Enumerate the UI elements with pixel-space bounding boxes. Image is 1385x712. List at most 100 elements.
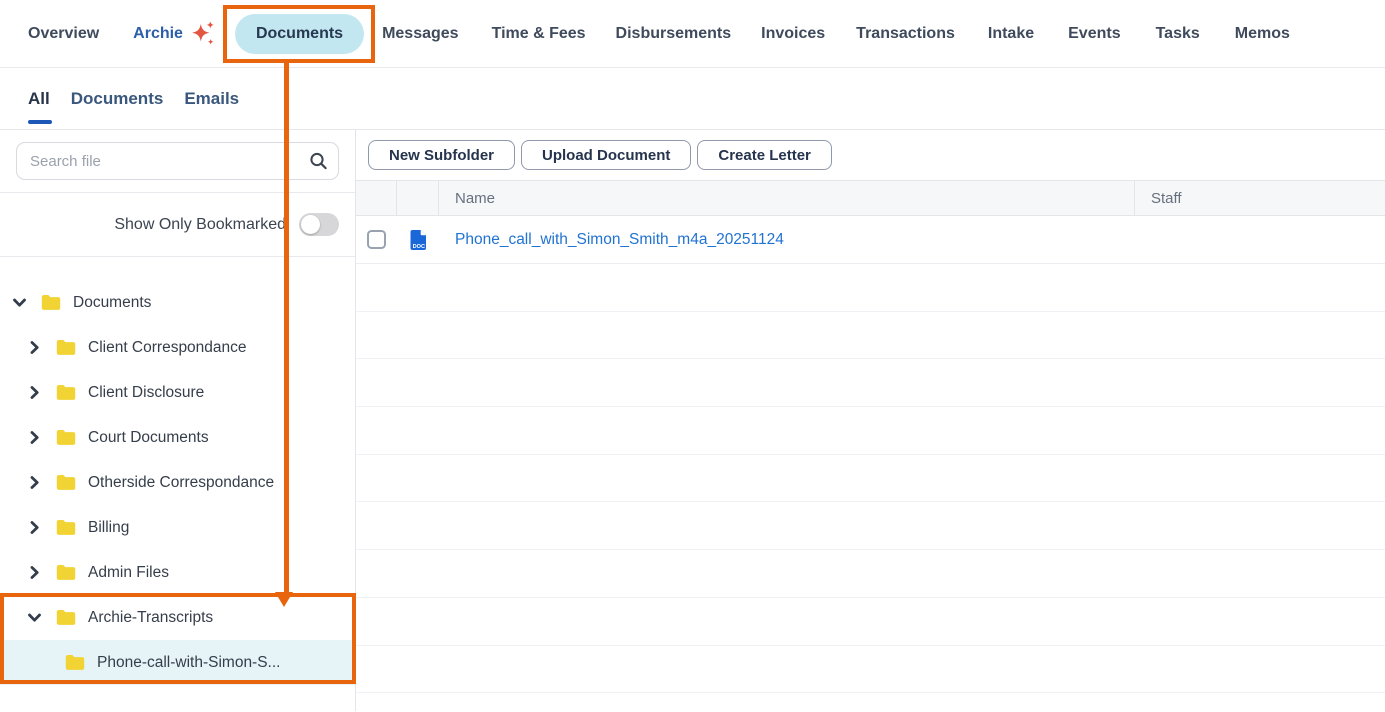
- folder-icon: [65, 654, 85, 671]
- header-checkbox-column: [356, 181, 397, 215]
- nav-tab[interactable]: Messages: [382, 25, 459, 43]
- folder-tree-item[interactable]: Admin Files: [0, 550, 355, 595]
- chevron-down-icon[interactable]: [27, 610, 43, 625]
- document-row[interactable]: DOC Phone_call_with_Simon_Smith_m4a_2025…: [356, 216, 1385, 264]
- folder-tree-item[interactable]: Billing: [0, 505, 355, 550]
- chevron-right-icon[interactable]: [27, 340, 43, 355]
- content-area: Show Only Bookmarked: [0, 130, 1385, 711]
- toolbar-button[interactable]: New Subfolder: [368, 140, 515, 170]
- nav-tab-label: Messages: [382, 25, 459, 43]
- row-staff-cell: [1135, 216, 1385, 263]
- doc-file-icon: DOC: [409, 229, 428, 251]
- toggle-knob: [301, 215, 320, 234]
- chevron-right-icon[interactable]: [27, 430, 43, 445]
- svg-text:DOC: DOC: [412, 244, 424, 250]
- empty-table-row: [356, 455, 1385, 503]
- search-section: [0, 130, 355, 193]
- empty-table-row: [356, 312, 1385, 360]
- folder-name: Archie-Transcripts: [88, 609, 213, 627]
- nav-tab-label: Invoices: [761, 25, 825, 43]
- column-header-name[interactable]: Name: [455, 190, 495, 207]
- chevron-right-icon[interactable]: [27, 385, 43, 400]
- folder-icon: [56, 429, 76, 446]
- subtabs: All Documents Emails: [28, 89, 239, 109]
- nav-tab[interactable]: Overview: [28, 25, 99, 43]
- empty-table-row: [356, 407, 1385, 455]
- chevron-down-icon[interactable]: [12, 295, 28, 310]
- folder-icon: [41, 294, 61, 311]
- sparkle-icon: [190, 20, 215, 47]
- nav-tab[interactable]: Archie: [133, 20, 215, 47]
- folder-tree-item[interactable]: Client Disclosure: [0, 370, 355, 415]
- subtab[interactable]: Emails: [184, 89, 239, 109]
- nav-tab[interactable]: Events: [1068, 25, 1120, 43]
- folder-name: Phone-call-with-Simon-S...: [97, 654, 280, 672]
- folder-icon: [56, 474, 76, 491]
- row-name-cell: Phone_call_with_Simon_Smith_m4a_20251124: [439, 216, 1135, 263]
- header-icon-column: [397, 181, 439, 215]
- nav-tab[interactable]: Intake: [988, 25, 1034, 43]
- folder-tree-item[interactable]: Client Correspondance: [0, 325, 355, 370]
- toolbar-button[interactable]: Create Letter: [697, 140, 832, 170]
- folder-tree-item[interactable]: Otherside Correspondance: [0, 460, 355, 505]
- column-header-staff[interactable]: Staff: [1151, 190, 1182, 207]
- nav-tab[interactable]: Time & Fees: [492, 25, 586, 43]
- folder-tree-item[interactable]: Archie-Transcripts: [0, 595, 355, 640]
- nav-tab-label: Memos: [1235, 25, 1290, 43]
- top-nav-items: Overview Archie: [0, 14, 1385, 54]
- document-link[interactable]: Phone_call_with_Simon_Smith_m4a_20251124: [455, 231, 784, 249]
- nav-tab[interactable]: Disbursements: [616, 25, 732, 43]
- bookmarked-toggle[interactable]: [299, 213, 339, 236]
- empty-table-row: [356, 359, 1385, 407]
- subtab-label: Documents: [71, 89, 164, 108]
- documents-main-panel: New SubfolderUpload DocumentCreate Lette…: [356, 130, 1385, 711]
- chevron-right-icon[interactable]: [27, 565, 43, 580]
- folder-tree-item[interactable]: Phone-call-with-Simon-S...: [0, 640, 355, 685]
- folder-icon: [56, 609, 76, 626]
- search-input[interactable]: [16, 142, 339, 180]
- documents-table-header: Name Staff: [356, 180, 1385, 216]
- bookmark-filter-section: Show Only Bookmarked: [0, 193, 355, 257]
- folder-name: Admin Files: [88, 564, 169, 582]
- nav-tab[interactable]: Invoices: [761, 25, 825, 43]
- nav-tab-label: Time & Fees: [492, 25, 586, 43]
- folder-name: Client Correspondance: [88, 339, 247, 357]
- search-icon[interactable]: [309, 152, 328, 171]
- folder-name: Court Documents: [88, 429, 209, 447]
- top-nav-bar: Overview Archie: [0, 0, 1385, 68]
- folder-icon: [56, 564, 76, 581]
- folder-tree-item[interactable]: Documents: [0, 280, 355, 325]
- nav-tab-label: Events: [1068, 25, 1120, 43]
- folder-icon: [56, 519, 76, 536]
- folder-name: Billing: [88, 519, 129, 537]
- empty-table-row: [356, 264, 1385, 312]
- subtab-label: Emails: [184, 89, 239, 108]
- nav-tab[interactable]: Transactions: [856, 25, 955, 43]
- search-file-box: [16, 142, 339, 180]
- row-checkbox[interactable]: [367, 230, 386, 249]
- folder-icon: [56, 339, 76, 356]
- row-checkbox-cell: [356, 216, 397, 263]
- toolbar-button[interactable]: Upload Document: [521, 140, 691, 170]
- nav-tab[interactable]: Documents: [235, 14, 364, 54]
- nav-tab[interactable]: Memos: [1235, 25, 1290, 43]
- folder-name: Documents: [73, 294, 151, 312]
- chevron-right-icon[interactable]: [27, 475, 43, 490]
- nav-tab-label: Overview: [28, 25, 99, 43]
- nav-tab-label: Intake: [988, 25, 1034, 43]
- subtab-label: All: [28, 89, 50, 108]
- app-root: Overview Archie: [0, 0, 1385, 711]
- nav-tab[interactable]: Tasks: [1156, 25, 1200, 43]
- subtab-bar: All Documents Emails: [0, 68, 1385, 130]
- empty-table-rows: [356, 264, 1385, 693]
- chevron-right-icon[interactable]: [27, 520, 43, 535]
- empty-table-row: [356, 550, 1385, 598]
- folder-tree-item[interactable]: Court Documents: [0, 415, 355, 460]
- documents-table-body: DOC Phone_call_with_Simon_Smith_m4a_2025…: [356, 216, 1385, 264]
- sidebar: Show Only Bookmarked: [0, 130, 356, 711]
- empty-table-row: [356, 646, 1385, 694]
- header-staff-column: Staff: [1135, 181, 1385, 215]
- subtab[interactable]: All: [28, 89, 50, 109]
- subtab[interactable]: Documents: [71, 89, 164, 109]
- documents-toolbar: New SubfolderUpload DocumentCreate Lette…: [356, 130, 1385, 180]
